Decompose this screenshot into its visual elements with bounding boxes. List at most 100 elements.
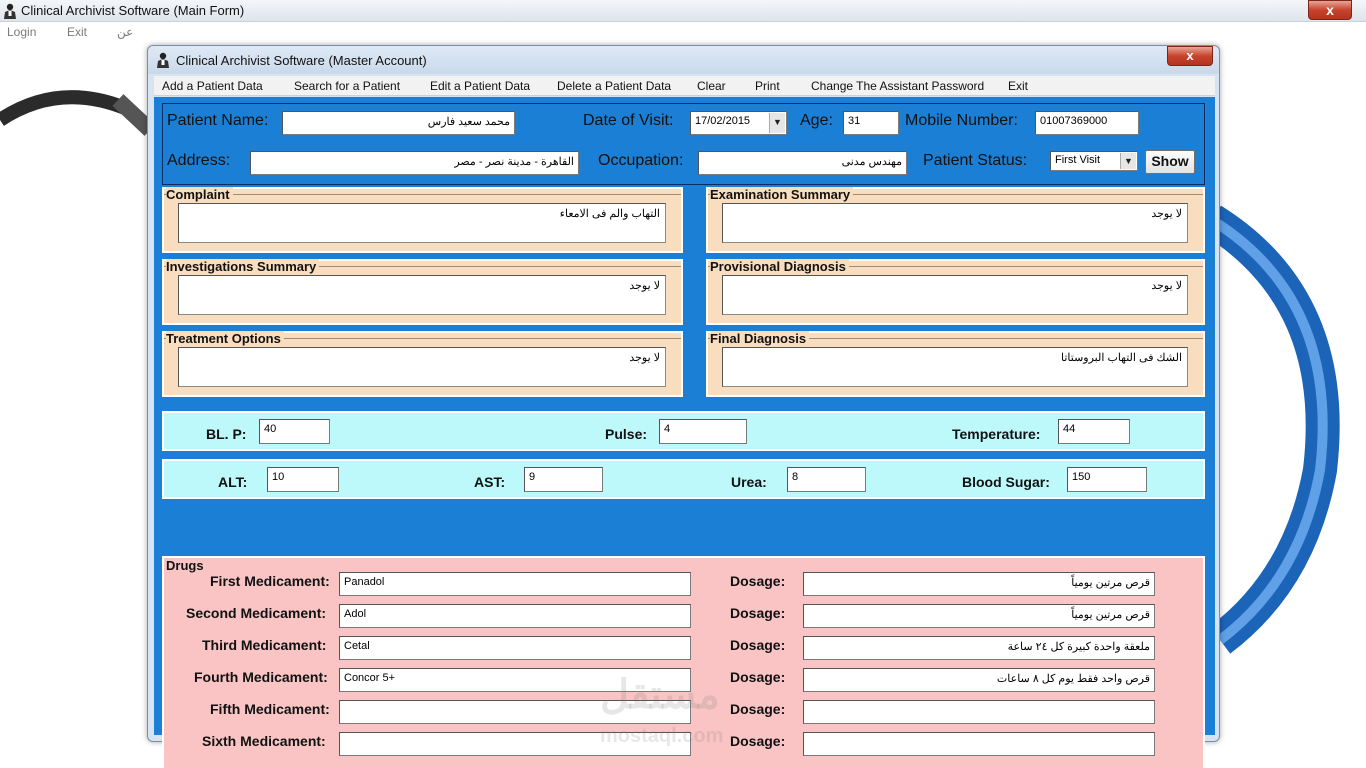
- second-medicament-input[interactable]: Adol: [339, 604, 691, 628]
- treatment-group: Treatment Options لا يوجد: [162, 331, 683, 397]
- child-window-title: Clinical Archivist Software (Master Acco…: [176, 53, 427, 68]
- menu-edit-patient[interactable]: Edit a Patient Data: [430, 79, 530, 93]
- fifth-medicament-label: Fifth Medicament:: [210, 701, 330, 717]
- patient-form: Patient Name: محمد سعيد فارس Date of Vis…: [154, 97, 1215, 768]
- sixth-medicament-label: Sixth Medicament:: [202, 733, 326, 749]
- chevron-down-icon[interactable]: ▼: [1120, 153, 1136, 169]
- main-close-button[interactable]: x: [1308, 0, 1352, 20]
- blp-input[interactable]: 40: [259, 419, 330, 444]
- dosage-label: Dosage:: [730, 701, 786, 717]
- alt-label: ALT:: [218, 474, 248, 490]
- vitals-row-2: ALT: 10 AST: 9 Urea: 8 Blood Sugar: 150: [162, 459, 1205, 499]
- provisional-diagnosis-textarea[interactable]: لا يوجد: [722, 275, 1188, 315]
- chevron-down-icon[interactable]: ▼: [769, 113, 785, 133]
- examination-textarea[interactable]: لا يوجد: [722, 203, 1188, 243]
- blood-sugar-label: Blood Sugar:: [962, 474, 1050, 490]
- dosage-label: Dosage:: [730, 605, 786, 621]
- provisional-diagnosis-group: Provisional Diagnosis لا يوجد: [706, 259, 1205, 325]
- treatment-title: Treatment Options: [166, 331, 284, 346]
- age-label: Age:: [800, 112, 833, 129]
- patient-status-select[interactable]: First Visit ▼: [1050, 151, 1138, 171]
- sixth-dosage-input[interactable]: [803, 732, 1155, 756]
- child-close-button[interactable]: x: [1167, 46, 1213, 66]
- complaint-title: Complaint: [166, 187, 233, 202]
- third-medicament-input[interactable]: Cetal: [339, 636, 691, 660]
- menu-exit-child[interactable]: Exit: [1008, 79, 1028, 93]
- date-of-visit-label: Date of Visit:: [583, 112, 674, 129]
- investigations-group: Investigations Summary لا يوجد: [162, 259, 683, 325]
- watermark-logo: مستقل: [600, 673, 720, 717]
- menu-about[interactable]: عن: [117, 25, 133, 39]
- date-of-visit-value: 17/02/2015: [695, 115, 751, 127]
- final-diagnosis-group: Final Diagnosis الشك فى التهاب البروستات…: [706, 331, 1205, 397]
- ast-label: AST:: [474, 474, 506, 490]
- investigations-textarea[interactable]: لا يوجد: [178, 275, 666, 315]
- complaint-group: Complaint التهاب والم فى الامعاء: [162, 187, 683, 253]
- address-label: Address:: [167, 152, 231, 169]
- menu-clear[interactable]: Clear: [697, 79, 726, 93]
- fourth-medicament-label: Fourth Medicament:: [194, 669, 328, 685]
- date-of-visit-picker[interactable]: 17/02/2015 ▼: [690, 111, 787, 135]
- dosage-label: Dosage:: [730, 573, 786, 589]
- menu-search-patient[interactable]: Search for a Patient: [294, 79, 400, 93]
- alt-input[interactable]: 10: [267, 467, 339, 492]
- fifth-dosage-input[interactable]: [803, 700, 1155, 724]
- menu-login[interactable]: Login: [7, 25, 36, 39]
- fourth-dosage-input[interactable]: قرص واحد فقط يوم كل ٨ ساعات: [803, 668, 1155, 692]
- main-titlebar: Clinical Archivist Software (Main Form) …: [0, 0, 1366, 22]
- occupation-input[interactable]: مهندس مدنى: [698, 151, 907, 175]
- doctor-app-icon: [4, 3, 16, 19]
- examination-group: Examination Summary لا يوجد: [706, 187, 1205, 253]
- second-medicament-label: Second Medicament:: [186, 605, 327, 621]
- address-input[interactable]: القاهرة - مدينة نصر - مصر: [250, 151, 579, 175]
- patient-info-box: Patient Name: محمد سعيد فارس Date of Vis…: [162, 103, 1205, 185]
- dosage-label: Dosage:: [730, 733, 786, 749]
- provisional-diagnosis-title: Provisional Diagnosis: [710, 259, 849, 274]
- temperature-label: Temperature:: [952, 426, 1041, 442]
- mobile-number-input[interactable]: 01007369000: [1035, 111, 1139, 135]
- ast-input[interactable]: 9: [524, 467, 603, 492]
- occupation-label: Occupation:: [598, 152, 684, 169]
- patient-status-value: First Visit: [1055, 154, 1101, 166]
- menu-change-password[interactable]: Change The Assistant Password: [811, 79, 984, 93]
- vitals-row-1: BL. P: 40 Pulse: 4 Temperature: 44: [162, 411, 1205, 451]
- pulse-input[interactable]: 4: [659, 419, 747, 444]
- patient-name-label: Patient Name:: [167, 112, 269, 129]
- show-button[interactable]: Show: [1145, 150, 1195, 174]
- blood-sugar-input[interactable]: 150: [1067, 467, 1147, 492]
- investigations-title: Investigations Summary: [166, 259, 320, 274]
- complaint-textarea[interactable]: التهاب والم فى الامعاء: [178, 203, 666, 243]
- first-medicament-label: First Medicament:: [210, 573, 330, 589]
- watermark-url: mostaql.com: [600, 725, 724, 747]
- child-menubar: Add a Patient Data Search for a Patient …: [154, 76, 1215, 96]
- final-diagnosis-title: Final Diagnosis: [710, 331, 810, 346]
- child-titlebar: Clinical Archivist Software (Master Acco…: [148, 46, 1219, 74]
- first-dosage-input[interactable]: قرص مرتين يومياً: [803, 572, 1155, 596]
- examination-title: Examination Summary: [710, 187, 854, 202]
- menu-exit[interactable]: Exit: [67, 25, 87, 39]
- dosage-label: Dosage:: [730, 669, 786, 685]
- menu-delete-patient[interactable]: Delete a Patient Data: [557, 79, 671, 93]
- menu-print[interactable]: Print: [755, 79, 780, 93]
- temperature-input[interactable]: 44: [1058, 419, 1130, 444]
- final-diagnosis-textarea[interactable]: الشك فى التهاب البروستاتا: [722, 347, 1188, 387]
- mobile-number-label: Mobile Number:: [905, 112, 1018, 129]
- main-window-title: Clinical Archivist Software (Main Form): [21, 3, 245, 18]
- pulse-label: Pulse:: [605, 426, 648, 442]
- patient-name-input[interactable]: محمد سعيد فارس: [282, 111, 515, 135]
- second-dosage-input[interactable]: قرص مرتين يومياً: [803, 604, 1155, 628]
- age-input[interactable]: 31: [843, 111, 899, 135]
- group-divider: [164, 194, 681, 195]
- treatment-textarea[interactable]: لا يوجد: [178, 347, 666, 387]
- dosage-label: Dosage:: [730, 637, 786, 653]
- urea-label: Urea:: [731, 474, 767, 490]
- third-dosage-input[interactable]: ملعقة واحدة كبيرة كل ٢٤ ساعة: [803, 636, 1155, 660]
- urea-input[interactable]: 8: [787, 467, 866, 492]
- patient-status-label: Patient Status:: [923, 152, 1028, 169]
- menu-add-patient[interactable]: Add a Patient Data: [162, 79, 263, 93]
- main-menubar: Login Exit عن: [0, 22, 1366, 42]
- doctor-app-icon: [157, 52, 169, 68]
- drugs-title: Drugs: [166, 558, 204, 573]
- first-medicament-input[interactable]: Panadol: [339, 572, 691, 596]
- master-account-window: Clinical Archivist Software (Master Acco…: [147, 45, 1220, 768]
